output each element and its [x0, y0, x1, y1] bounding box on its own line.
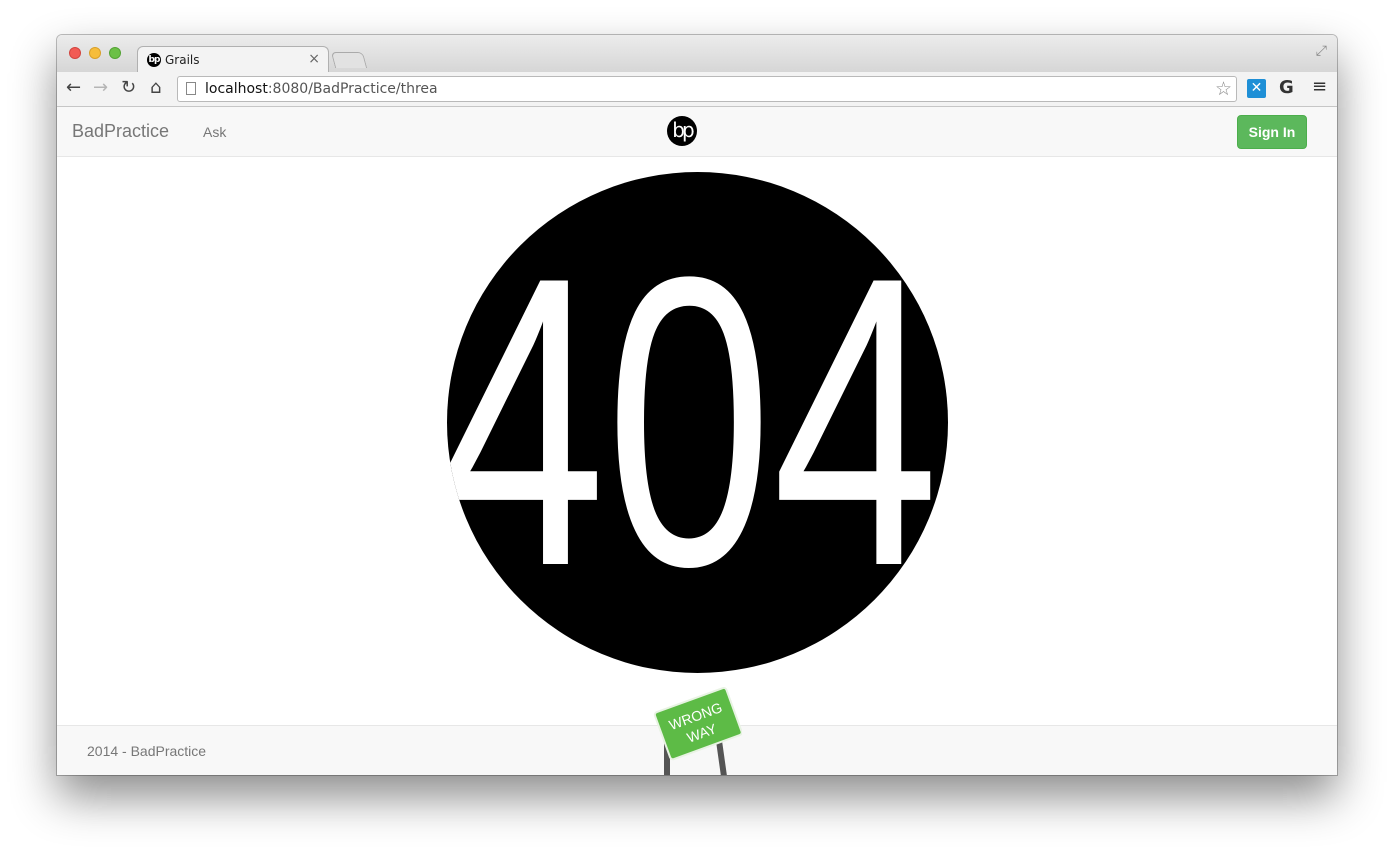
- title-bar: bp Grails × ⤢: [57, 35, 1337, 73]
- brand-link[interactable]: BadPractice: [72, 121, 169, 142]
- new-tab-button[interactable]: [330, 52, 368, 68]
- sign-in-button[interactable]: Sign In: [1237, 115, 1307, 149]
- fullscreen-icon[interactable]: ⤢: [1316, 43, 1327, 59]
- wrong-way-sign-svg: WRONG WAY: [653, 686, 743, 775]
- error-code-text: 404: [447, 192, 939, 652]
- page-icon: [186, 82, 196, 95]
- footer-text: 2014 - BadPractice: [87, 743, 207, 759]
- address-bar[interactable]: localhost:8080/BadPractice/threa ☆: [177, 76, 1237, 102]
- bookmark-star-icon[interactable]: ☆: [1215, 78, 1232, 100]
- close-window-button[interactable]: [69, 47, 81, 59]
- menu-icon[interactable]: ≡: [1312, 76, 1327, 97]
- tab-grails[interactable]: bp Grails ×: [137, 46, 329, 73]
- error-404-svg: 404: [447, 172, 948, 673]
- favicon-icon: bp: [147, 53, 161, 67]
- site-navbar: BadPractice Ask bp Sign In: [57, 107, 1337, 157]
- error-404-graphic: 404: [447, 172, 948, 673]
- logo-icon[interactable]: bp: [667, 116, 697, 146]
- forward-arrow-icon[interactable]: →: [93, 77, 108, 98]
- wrong-way-sign: WRONG WAY: [652, 685, 743, 775]
- browser-toolbar: ← → ↻ ⌂ localhost:8080/BadPractice/threa…: [57, 72, 1337, 107]
- extension-icon[interactable]: ✕: [1247, 79, 1266, 98]
- zoom-window-button[interactable]: [109, 47, 121, 59]
- tab-title: Grails: [165, 53, 200, 67]
- close-icon[interactable]: ×: [308, 51, 320, 67]
- page-viewport: BadPractice Ask bp Sign In 404 2014 - Ba…: [57, 107, 1337, 775]
- url-text[interactable]: localhost:8080/BadPractice/threa: [205, 81, 438, 97]
- nav-ask-link[interactable]: Ask: [203, 124, 226, 140]
- back-arrow-icon[interactable]: ←: [66, 77, 81, 98]
- reload-icon[interactable]: ↻: [121, 77, 136, 98]
- extension-g-icon[interactable]: G: [1279, 77, 1294, 98]
- minimize-window-button[interactable]: [89, 47, 101, 59]
- browser-window: bp Grails × ⤢ ← → ↻ ⌂ localhost:8080/Bad…: [57, 35, 1337, 775]
- home-icon[interactable]: ⌂: [150, 77, 161, 98]
